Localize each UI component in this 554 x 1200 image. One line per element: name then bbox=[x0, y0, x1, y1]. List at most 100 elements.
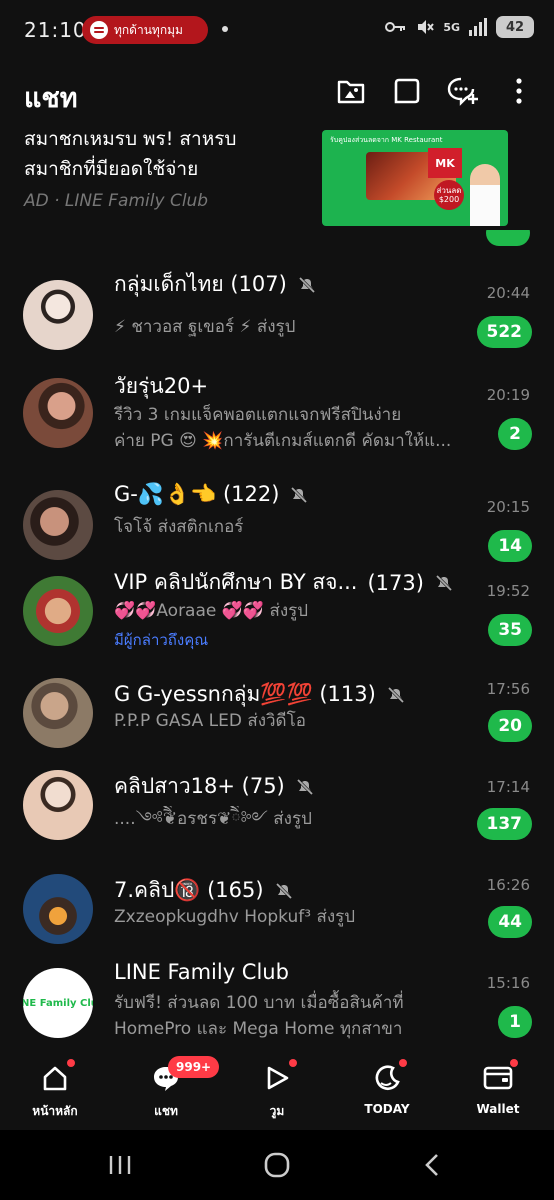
chat-row[interactable]: G G-yessnกลุ่ม💯💯 (113) P.P.P GASA LED ส่… bbox=[0, 678, 554, 774]
square-note-icon[interactable] bbox=[390, 74, 424, 108]
mention-label: มีผู้กล่าวถึงคุณ bbox=[114, 631, 209, 649]
chat-row[interactable]: วัยรุ่น20+ รีวิว 3 เกมแจ็คพอตแตกแจกฟรีสป… bbox=[0, 370, 554, 480]
chat-row[interactable]: G-💦👌👈 (122) โจโจ้ ส่งสติกเกอร์ 20:15 14 bbox=[0, 482, 554, 578]
unread-badge: 35 bbox=[488, 614, 532, 646]
chat-row[interactable]: กลุ่มเด็กไทย (107) ⚡ ชาวอส ฐเขอร์ ⚡ ส่งร… bbox=[0, 268, 554, 364]
chat-name: G G-yessnกลุ่ม💯💯 (113) bbox=[114, 678, 454, 711]
chat-row-partial[interactable] bbox=[0, 230, 554, 252]
signal-icon bbox=[469, 18, 487, 36]
chat-time: 17:14 bbox=[486, 778, 530, 796]
mute-volume-icon bbox=[418, 20, 435, 34]
unread-badge: 14 bbox=[488, 530, 532, 562]
chat-icon: 999+ bbox=[150, 1056, 220, 1094]
chat-name: กลุ่มเด็กไทย (107) bbox=[114, 268, 454, 301]
chat-preview-line2: HomePro และ Mega Home ทุกสาขา bbox=[114, 1019, 403, 1039]
nav-wallet[interactable]: Wallet bbox=[453, 1059, 543, 1116]
unread-badge: 2 bbox=[498, 418, 532, 450]
chat-avatar[interactable] bbox=[23, 770, 93, 840]
spotify-now-playing-pill[interactable]: ทุกด้านทุกมุม bbox=[82, 16, 208, 44]
chat-preview: ⚡ ชาวอส ฐเขอร์ ⚡ ส่งรูป bbox=[114, 317, 296, 337]
back-icon[interactable] bbox=[412, 1150, 452, 1180]
chat-preview: รีวิว 3 เกมแจ็คพอตแตกแจกฟรีสปินง่าย bbox=[114, 405, 402, 425]
unread-badge: 137 bbox=[476, 808, 532, 840]
chat-member-count: (173) bbox=[367, 570, 424, 595]
nav-notification-dot bbox=[289, 1059, 297, 1067]
chat-name: คลิปสาว18+ (75) bbox=[114, 770, 454, 803]
network-type-label: 5G bbox=[443, 20, 460, 34]
ad-source-label: AD · LINE Family Club bbox=[24, 191, 209, 211]
chat-preview-line2: ค่าย PG 😍 💥การันตีเกมส์แตกดี คัดมาให้แ..… bbox=[114, 431, 452, 451]
ad-discount-badge: ส่วนลด $200 bbox=[434, 180, 464, 210]
page-title: แชท bbox=[24, 83, 78, 114]
muted-icon bbox=[274, 881, 293, 900]
chat-row[interactable]: LINE Family Club LINE Family Club รับฟรี… bbox=[0, 960, 554, 1048]
muted-icon bbox=[386, 685, 405, 704]
more-vertical-icon[interactable] bbox=[502, 74, 536, 108]
chat-row[interactable]: VIP คลิปนักศึกษา BY สจ... (173) 💞💞Aoraae… bbox=[0, 566, 554, 676]
ad-banner-image[interactable]: รับคูปองส่วนลดจาก MK Restaurant MK ส่วนล… bbox=[322, 130, 508, 226]
chat-time: 15:16 bbox=[486, 974, 530, 992]
header-actions bbox=[334, 74, 536, 108]
chat-list[interactable]: กลุ่มเด็กไทย (107) ⚡ ชาวอส ฐเขอร์ ⚡ ส่งร… bbox=[0, 230, 554, 1048]
chat-preview: P.P.P GASA LED ส่งวิดีโอ bbox=[114, 711, 306, 731]
chat-name: VIP คลิปนักศึกษา BY สจ... (173) bbox=[114, 566, 454, 599]
sponsored-ad[interactable]: สมาชกเหมรบ พร! สาหรบ สมาชิกที่มียอดใช้จ่… bbox=[0, 120, 554, 230]
chat-header: แชท bbox=[0, 60, 554, 124]
chat-preview: Zxzeopkugdhv Hopkuf³ ส่งรูป bbox=[114, 907, 356, 927]
nav-notification-dot bbox=[510, 1059, 518, 1067]
chat-row[interactable]: 7.คลิป🔞 (165) Zxzeopkugdhv Hopkuf³ ส่งรู… bbox=[0, 874, 554, 970]
chat-preview: ....༺ཻིཻ❦อรชร❦ཻིཻ༻ ส่งรูป bbox=[114, 809, 312, 829]
nav-label: วูม bbox=[269, 1104, 285, 1118]
voom-play-icon bbox=[261, 1059, 297, 1094]
chat-time: 17:56 bbox=[486, 680, 530, 698]
chat-name: วัยรุ่น20+ bbox=[114, 374, 209, 398]
chat-avatar[interactable] bbox=[23, 490, 93, 560]
recent-apps-icon[interactable] bbox=[100, 1150, 140, 1180]
muted-icon bbox=[295, 777, 314, 796]
battery-indicator: 42 bbox=[496, 16, 534, 38]
chat-preview: 💞💞Aoraae 💞💞 ส่งรูป bbox=[114, 601, 309, 621]
ad-headline-2: สมาชิกที่มียอดใช้จ่าย bbox=[24, 158, 199, 180]
nav-home[interactable]: หน้าหลัก bbox=[10, 1059, 100, 1121]
muted-icon bbox=[297, 275, 316, 294]
chat-add-icon[interactable] bbox=[446, 74, 480, 108]
gallery-folder-icon[interactable] bbox=[334, 74, 368, 108]
nav-voom[interactable]: วูม bbox=[232, 1059, 322, 1121]
key-icon bbox=[385, 22, 406, 32]
nav-chat[interactable]: 999+ แชท bbox=[121, 1056, 220, 1121]
chat-time: 20:15 bbox=[486, 498, 530, 516]
avatar-logo-text: LINE Family Club bbox=[23, 997, 93, 1009]
chat-avatar[interactable] bbox=[23, 378, 93, 448]
nav-label: Wallet bbox=[476, 1102, 520, 1116]
chat-row[interactable]: คลิปสาว18+ (75) ....༺ཻིཻ❦อรชร❦ཻིཻ༻ ส่งรู… bbox=[0, 770, 554, 866]
chat-avatar[interactable] bbox=[23, 874, 93, 944]
ad-banner-caption: รับคูปองส่วนลดจาก MK Restaurant bbox=[330, 136, 443, 144]
chat-time: 20:44 bbox=[486, 284, 530, 302]
unread-badge-partial bbox=[486, 230, 530, 246]
home-icon bbox=[39, 1059, 75, 1094]
ad-person-image bbox=[470, 164, 500, 226]
line-family-club-logo[interactable]: LINE Family Club bbox=[23, 968, 93, 1038]
nav-label: หน้าหลัก bbox=[32, 1104, 78, 1118]
notification-dot bbox=[222, 26, 228, 32]
chat-avatar[interactable] bbox=[23, 576, 93, 646]
spotify-icon bbox=[90, 21, 108, 39]
battery-level: 42 bbox=[505, 19, 525, 35]
nav-today[interactable]: TODAY bbox=[342, 1059, 432, 1116]
unread-badge: 522 bbox=[476, 316, 532, 348]
today-moon-icon bbox=[371, 1059, 407, 1094]
chat-unread-count: 999+ bbox=[168, 1056, 220, 1078]
home-button-icon[interactable] bbox=[257, 1150, 297, 1180]
unread-badge: 1 bbox=[498, 1006, 532, 1038]
chat-avatar[interactable] bbox=[23, 678, 93, 748]
chat-avatar[interactable] bbox=[23, 280, 93, 350]
chat-time: 20:19 bbox=[486, 386, 530, 404]
ad-headline-1: สมาชกเหมรบ พร! สาหรบ bbox=[24, 128, 237, 150]
chat-preview: รับฟรี! ส่วนลด 100 บาท เมื่อซื้อสินค้าที… bbox=[114, 993, 404, 1013]
chat-time: 19:52 bbox=[486, 582, 530, 600]
nav-label: TODAY bbox=[364, 1102, 410, 1116]
ad-brand-logo: MK bbox=[428, 148, 462, 178]
muted-icon bbox=[290, 485, 309, 504]
chat-name: LINE Family Club bbox=[114, 960, 289, 984]
muted-icon bbox=[434, 573, 454, 592]
